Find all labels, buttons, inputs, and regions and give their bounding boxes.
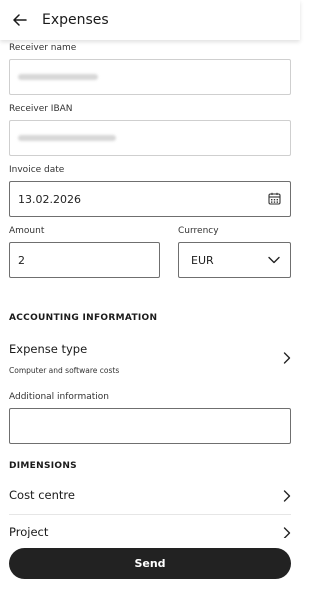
chevron-down-icon [268, 256, 280, 264]
additional-info-field[interactable] [9, 408, 291, 444]
expense-type-row[interactable]: Expense type Computer and software costs [9, 342, 291, 380]
app-header: Expenses [0, 0, 300, 40]
bottom-action-bar: Send [0, 538, 300, 595]
currency-select[interactable]: EUR [178, 242, 291, 278]
amount-field[interactable]: 2 [9, 242, 160, 278]
currency-label: Currency [178, 226, 219, 236]
receiver-name-label: Receiver name [9, 43, 77, 53]
invoice-date-value: 13.02.2026 [18, 192, 81, 206]
currency-value: EUR [191, 253, 214, 267]
calendar-icon[interactable] [268, 192, 281, 205]
receiver-iban-field[interactable] [9, 120, 291, 156]
project-label: Project [9, 525, 49, 539]
cost-centre-row[interactable]: Cost centre [9, 488, 291, 506]
additional-info-label: Additional information [9, 392, 109, 402]
expense-type-value: Computer and software costs [9, 366, 120, 375]
dimensions-section-title: DIMENSIONS [9, 461, 77, 471]
invoice-date-label: Invoice date [9, 165, 65, 175]
send-button[interactable]: Send [9, 548, 291, 579]
amount-value: 2 [18, 253, 25, 267]
redacted-value [18, 74, 98, 80]
page-title: Expenses [42, 12, 109, 28]
receiver-iban-label: Receiver IBAN [9, 104, 73, 114]
chevron-right-icon [283, 490, 291, 502]
divider [9, 514, 291, 515]
expense-type-label: Expense type [9, 342, 88, 356]
back-button[interactable] [0, 0, 40, 40]
chevron-right-icon [283, 352, 291, 364]
accounting-section-title: ACCOUNTING INFORMATION [9, 313, 158, 323]
cost-centre-label: Cost centre [9, 488, 75, 502]
arrow-left-icon [13, 14, 27, 26]
amount-label: Amount [9, 226, 45, 236]
invoice-date-field[interactable]: 13.02.2026 [9, 181, 291, 217]
receiver-name-field[interactable] [9, 59, 291, 95]
redacted-value [18, 135, 116, 141]
